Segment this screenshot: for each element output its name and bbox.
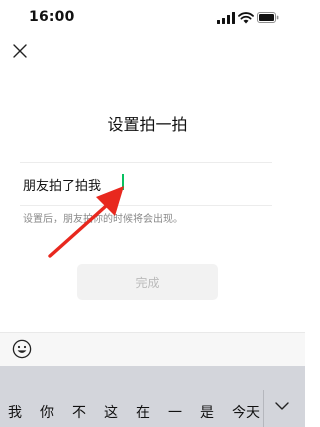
candidate-list: 我 你 不 这 在 一 是 今天 xyxy=(8,402,260,422)
chevron-down-icon[interactable] xyxy=(274,400,290,412)
keyboard-candidate-bar: 我 你 不 这 在 一 是 今天 xyxy=(0,366,305,427)
candidate-word[interactable]: 是 xyxy=(200,402,214,422)
wifi-icon xyxy=(238,12,254,24)
close-icon[interactable] xyxy=(11,42,29,60)
pat-suffix-input[interactable] xyxy=(118,170,268,194)
status-bar: 16:00 xyxy=(0,0,305,36)
candidate-word[interactable]: 在 xyxy=(136,402,150,422)
annotation-arrow xyxy=(48,186,124,258)
status-time: 16:00 xyxy=(29,9,75,25)
candidate-word[interactable]: 不 xyxy=(72,402,86,422)
done-button[interactable]: 完成 xyxy=(77,264,218,300)
emoji-icon[interactable] xyxy=(12,339,32,359)
emoji-toolbar xyxy=(0,332,305,366)
candidate-word[interactable]: 今天 xyxy=(232,402,260,422)
signal-icon xyxy=(217,12,235,24)
candidate-word[interactable]: 这 xyxy=(104,402,118,422)
battery-icon xyxy=(257,12,279,23)
candidate-word[interactable]: 你 xyxy=(40,402,54,422)
candidate-word[interactable]: 我 xyxy=(8,402,22,422)
divider xyxy=(263,390,264,427)
divider xyxy=(20,162,272,163)
candidate-word[interactable]: 一 xyxy=(168,402,182,422)
page-title: 设置拍一拍 xyxy=(107,115,188,134)
